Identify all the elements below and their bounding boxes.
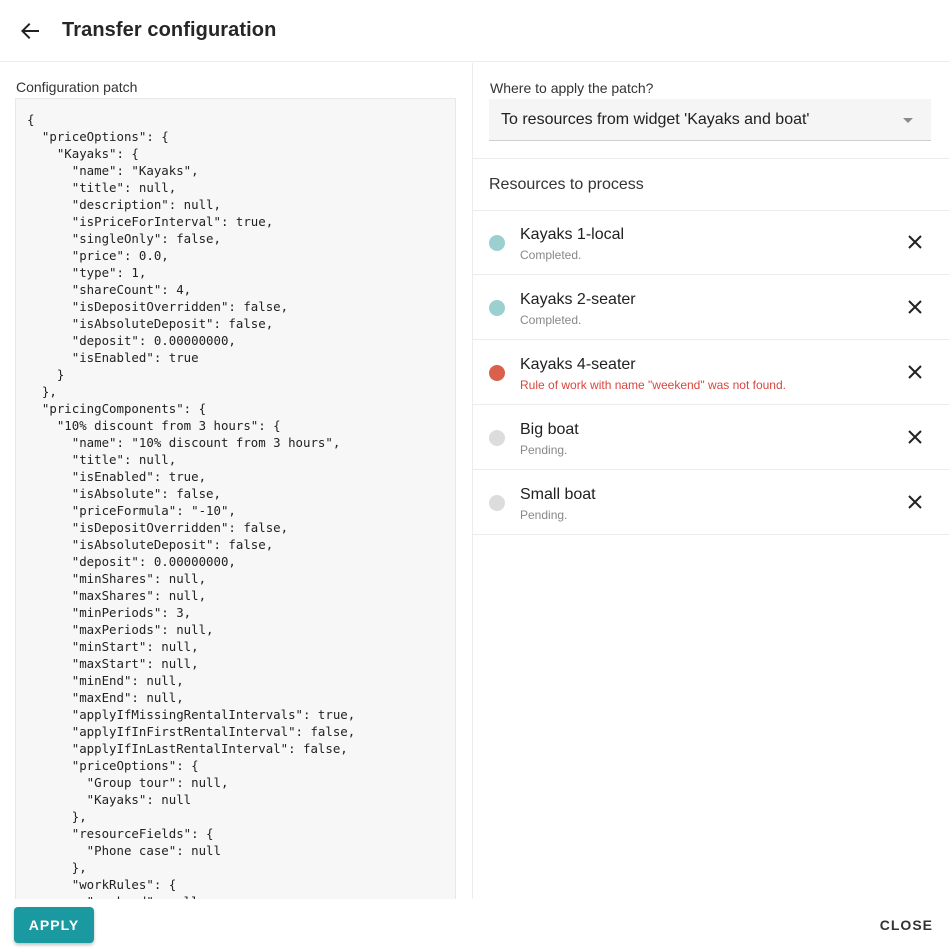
resource-name: Small boat: [520, 486, 596, 503]
resource-name: Kayaks 2-seater: [520, 291, 636, 308]
resource-item: Kayaks 4-seater Rule of work with name "…: [473, 340, 949, 405]
status-dot-icon: [489, 495, 505, 511]
resource-status: Rule of work with name "weekend" was not…: [520, 378, 786, 392]
remove-icon[interactable]: [907, 364, 923, 380]
config-label: Configuration patch: [16, 79, 138, 95]
target-select-value: To resources from widget 'Kayaks and boa…: [501, 110, 810, 128]
target-label: Where to apply the patch?: [490, 80, 654, 96]
target-select[interactable]: To resources from widget 'Kayaks and boa…: [489, 99, 931, 141]
config-code-editor[interactable]: { "priceOptions": { "Kayaks": { "name": …: [15, 98, 456, 899]
close-button[interactable]: CLOSE: [880, 907, 933, 943]
resource-status: Completed.: [520, 248, 582, 262]
target-panel: Where to apply the patch? To resources f…: [473, 63, 949, 899]
resource-name: Big boat: [520, 421, 579, 438]
page-title: Transfer configuration: [62, 19, 277, 41]
apply-button[interactable]: APPLY: [14, 907, 94, 943]
resource-item: Kayaks 1-local Completed.: [473, 210, 949, 275]
status-dot-icon: [489, 300, 505, 316]
resource-list: Kayaks 1-local Completed. Kayaks 2-seate…: [473, 210, 949, 535]
resource-item: Small boat Pending.: [473, 470, 949, 535]
status-dot-icon: [489, 365, 505, 381]
dropdown-arrow-icon: [903, 118, 913, 123]
remove-icon[interactable]: [907, 494, 923, 510]
status-dot-icon: [489, 430, 505, 446]
config-panel: Configuration patch { "priceOptions": { …: [0, 63, 472, 899]
remove-icon[interactable]: [907, 234, 923, 250]
resource-name: Kayaks 1-local: [520, 226, 625, 243]
resource-name: Kayaks 4-seater: [520, 356, 636, 373]
resource-status: Completed.: [520, 313, 582, 327]
resource-status: Pending.: [520, 508, 568, 522]
remove-icon[interactable]: [907, 429, 923, 445]
status-dot-icon: [489, 235, 505, 251]
back-arrow-icon[interactable]: [15, 16, 45, 46]
divider: [473, 158, 949, 159]
dialog-header: Transfer configuration: [0, 0, 949, 62]
resources-header: Resources to process: [489, 176, 644, 193]
config-code-text: { "priceOptions": { "Kayaks": { "name": …: [27, 112, 356, 899]
resource-item: Big boat Pending.: [473, 405, 949, 470]
dialog-footer: APPLY CLOSE: [0, 899, 949, 949]
resource-item: Kayaks 2-seater Completed.: [473, 275, 949, 340]
resource-status: Pending.: [520, 443, 568, 457]
remove-icon[interactable]: [907, 299, 923, 315]
